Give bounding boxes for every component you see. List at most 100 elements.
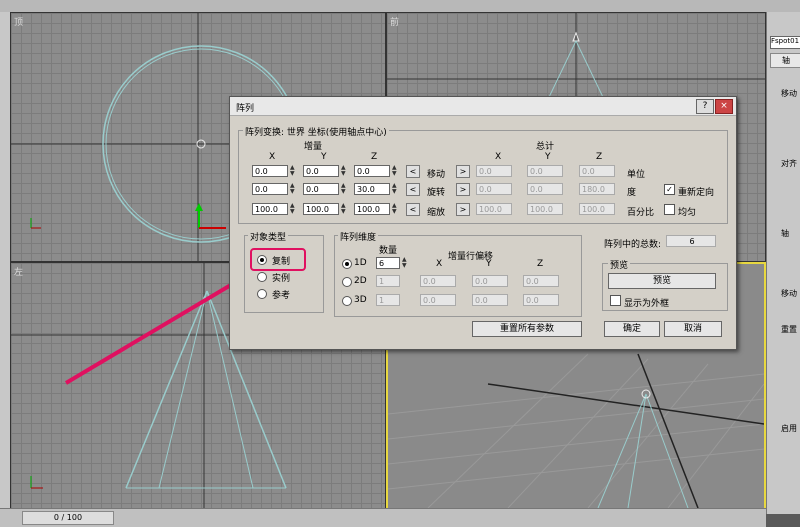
dim-3d-radio[interactable] — [342, 296, 352, 306]
annotation-highlight — [250, 248, 306, 271]
dim-3d-offset-y[interactable]: 0.0 — [472, 294, 508, 306]
move-inc-x[interactable]: 0.0 — [252, 165, 288, 177]
dim-3d-offset-x[interactable]: 0.0 — [420, 294, 456, 306]
command-panel-label-4: 重置 — [781, 325, 797, 334]
uniform-checkbox[interactable] — [664, 204, 675, 215]
instance-radio[interactable] — [257, 272, 267, 282]
dim-2d-radio[interactable] — [342, 277, 352, 287]
instance-label: 实例 — [272, 274, 291, 284]
dim-2d-count[interactable]: 1 — [376, 275, 400, 287]
spinner-icon[interactable]: ▲ ▼ — [290, 183, 295, 195]
frame-counter: 0 / 100 — [53, 513, 83, 522]
dim-1d-count[interactable]: 6 — [376, 257, 400, 269]
rotate-inc-z[interactable]: 30.0 — [354, 183, 390, 195]
move-inc-y[interactable]: 0.0 — [303, 165, 339, 177]
dim-1d-label: 1D — [354, 258, 367, 268]
reference-label: 参考 — [272, 291, 291, 301]
spinner-icon[interactable]: ▲ ▼ — [392, 203, 397, 215]
scale-tot-x: 100.0 — [476, 203, 512, 215]
ok-button[interactable]: 确定 — [604, 321, 660, 337]
move-right-arrow-button[interactable]: > — [456, 165, 470, 178]
spinner-icon[interactable]: ▲ ▼ — [402, 257, 407, 269]
reorient-checkbox[interactable]: ✓ — [664, 184, 675, 195]
rotate-tot-y: 0.0 — [527, 183, 563, 195]
scale-inc-y[interactable]: 100.0 — [303, 203, 339, 215]
spinner-icon[interactable]: ▲ ▼ — [290, 165, 295, 177]
tot-axis-x: X — [495, 152, 502, 162]
command-panel-label-5: 启用 — [781, 424, 797, 433]
scale-inc-x[interactable]: 100.0 — [252, 203, 288, 215]
show-as-box-checkbox[interactable] — [610, 295, 621, 306]
command-panel-label-0: 移动 — [781, 89, 797, 98]
move-label: 移动 — [427, 170, 446, 180]
rotate-unit: 度 — [627, 188, 637, 198]
dim-2d-offset-z[interactable]: 0.0 — [523, 275, 559, 287]
dim-axis-z: Z — [537, 259, 544, 269]
status-bar: 0 / 100 — [0, 508, 766, 527]
cancel-button[interactable]: 取消 — [664, 321, 722, 337]
dialog-title-bar[interactable]: 阵列 ? × — [230, 97, 736, 116]
spinner-icon[interactable]: ▲ ▼ — [341, 165, 346, 177]
move-unit: 单位 — [627, 170, 646, 180]
scale-tot-y: 100.0 — [527, 203, 563, 215]
inc-axis-x: X — [269, 152, 276, 162]
show-as-box-label: 显示为外框 — [624, 299, 670, 309]
dim-1d-radio[interactable] — [342, 259, 352, 269]
total-label: 阵列中的总数: — [604, 240, 662, 250]
dim-2d-offset-y[interactable]: 0.0 — [472, 275, 508, 287]
uniform-label: 均匀 — [678, 208, 697, 218]
scale-inc-z[interactable]: 100.0 — [354, 203, 390, 215]
scale-left-arrow-button[interactable]: < — [406, 203, 420, 216]
inc-axis-z: Z — [371, 152, 378, 162]
scale-label: 缩放 — [427, 208, 446, 218]
preview-button[interactable]: 预览 — [608, 273, 716, 289]
close-button[interactable]: × — [715, 99, 733, 114]
spinner-icon[interactable]: ▲ ▼ — [290, 203, 295, 215]
move-left-arrow-button[interactable]: < — [406, 165, 420, 178]
inc-axis-y: Y — [321, 152, 327, 162]
rotate-inc-y[interactable]: 0.0 — [303, 183, 339, 195]
dim-3d-label: 3D — [354, 295, 367, 305]
reorient-label: 重新定向 — [678, 188, 715, 198]
dim-2d-label: 2D — [354, 276, 367, 286]
dim-3d-count[interactable]: 1 — [376, 294, 400, 306]
object-type-legend: 对象类型 — [248, 230, 289, 243]
reference-radio[interactable] — [257, 289, 267, 299]
spinner-icon[interactable]: ▲ ▼ — [341, 183, 346, 195]
dim-3d-offset-z[interactable]: 0.0 — [523, 294, 559, 306]
move-tot-y: 0.0 — [527, 165, 563, 177]
dim-2d-offset-x[interactable]: 0.0 — [420, 275, 456, 287]
dimensions-legend: 阵列维度 — [338, 230, 379, 243]
scale-tot-z: 100.0 — [579, 203, 615, 215]
rotate-label: 旋转 — [427, 188, 446, 198]
rotate-right-arrow-button[interactable]: > — [456, 183, 470, 196]
spinner-icon[interactable]: ▲ ▼ — [392, 183, 397, 195]
dialog-title: 阵列 — [236, 104, 255, 114]
rotate-left-arrow-button[interactable]: < — [406, 183, 420, 196]
increment-header: 增量 — [304, 142, 323, 152]
preview-legend: 预览 — [608, 258, 631, 271]
spinner-icon[interactable]: ▲ ▼ — [392, 165, 397, 177]
count-header: 数量 — [379, 246, 398, 256]
reset-all-button[interactable]: 重置所有参数 — [472, 321, 582, 337]
spinner-icon[interactable]: ▲ ▼ — [341, 203, 346, 215]
time-slider[interactable]: 0 / 100 — [22, 511, 114, 525]
total-value: 6 — [666, 235, 716, 247]
help-button[interactable]: ? — [696, 99, 714, 114]
rotate-inc-x[interactable]: 0.0 — [252, 183, 288, 195]
command-panel-label-2: 轴 — [781, 229, 789, 238]
move-tot-z: 0.0 — [579, 165, 615, 177]
dim-axis-y: Y — [486, 259, 492, 269]
transform-group-legend: 阵列变换: 世界 坐标(使用轴点中心) — [243, 125, 389, 138]
array-dialog: 阵列 ? × 阵列变换: 世界 坐标(使用轴点中心) 增量 总计 X Y Z X… — [229, 96, 737, 350]
tot-axis-y: Y — [545, 152, 551, 162]
move-inc-z[interactable]: 0.0 — [354, 165, 390, 177]
command-panel-name-field[interactable]: Fspot01 — [770, 36, 800, 49]
command-panel: Fspot01 轴 移动 对齐 轴 移动 重置 启用 — [766, 12, 800, 514]
rotate-tot-z: 180.0 — [579, 183, 615, 195]
dim-axis-x: X — [436, 259, 443, 269]
rotate-tot-x: 0.0 — [476, 183, 512, 195]
tot-axis-z: Z — [596, 152, 603, 162]
command-panel-tab[interactable]: 轴 — [770, 53, 800, 68]
scale-right-arrow-button[interactable]: > — [456, 203, 470, 216]
